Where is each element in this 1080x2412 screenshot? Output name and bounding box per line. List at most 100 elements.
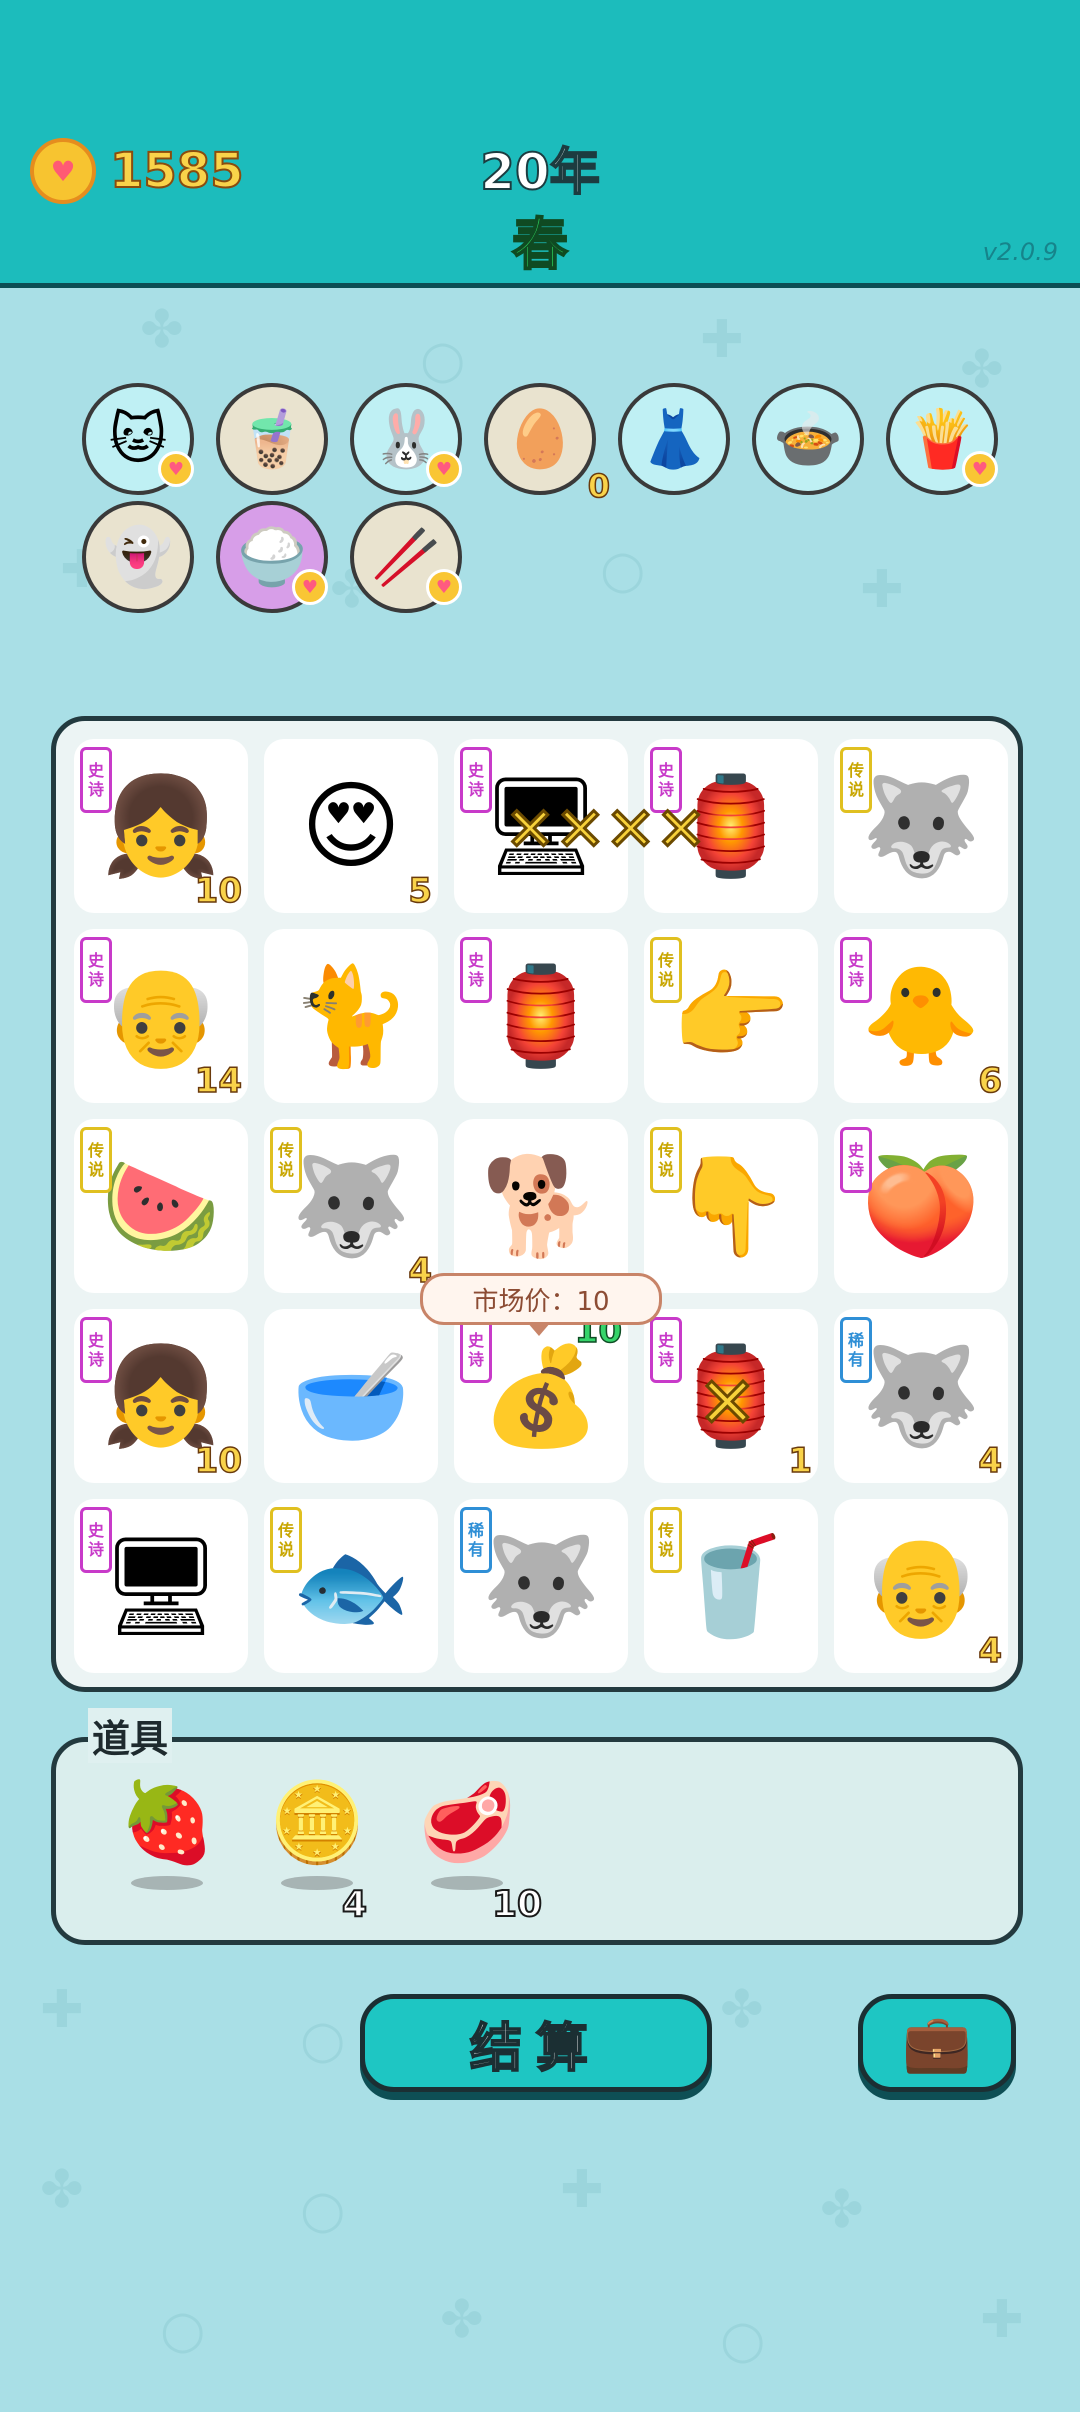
tool-shadow	[131, 1876, 203, 1890]
season-label: 春	[511, 212, 569, 279]
coin-recycle-icon: 💰	[481, 1340, 601, 1452]
heart-grandpa-icon: 👴	[101, 960, 221, 1072]
bubble-tea-cup-icon: 🥤	[671, 1530, 791, 1642]
heart-eyes-man-icon: 😍	[300, 770, 402, 882]
board-cell[interactable]: 🐺 稀有	[454, 1499, 628, 1673]
favorite-heart-icon: ♥	[426, 569, 462, 605]
french-fries-slot[interactable]: 🍟 ♥	[886, 383, 998, 495]
board-cell[interactable]: 🥣	[264, 1309, 438, 1483]
favorite-heart-icon: ♥	[962, 451, 998, 487]
board-cell[interactable]: 👇 传说	[644, 1119, 818, 1293]
board-cell[interactable]: 🥤 传说	[644, 1499, 818, 1673]
item-count: 4	[978, 1630, 1003, 1672]
rarity-tag: 传说	[270, 1507, 302, 1573]
board-cell[interactable]: 👴 4	[834, 1499, 1008, 1673]
rice-cooker-duck-slot[interactable]: 🍲	[752, 383, 864, 495]
item-count: 4	[978, 1440, 1003, 1482]
dollar-coin-tool[interactable]: 🪙 4	[262, 1778, 372, 1926]
item-count: 1	[788, 1440, 813, 1482]
board-cell[interactable]: 👧 史诗 10	[74, 739, 248, 913]
year-label: 20年	[479, 142, 601, 202]
rabbit-slot[interactable]: 🐰 ♥	[350, 383, 462, 495]
dollar-coin-icon: 🪙	[268, 1778, 366, 1868]
item-count: 14	[194, 1060, 243, 1102]
ghost-slot[interactable]: 👻	[82, 501, 194, 613]
rabbit-house-icon: 🏮	[481, 960, 601, 1072]
board-cell[interactable]: 🐕	[454, 1119, 628, 1293]
rarity-tag: 史诗	[80, 1317, 112, 1383]
board-cell[interactable]: 😍 5	[264, 739, 438, 913]
husky-icon: 🐺	[861, 1340, 981, 1452]
rarity-tag: 史诗	[460, 937, 492, 1003]
board-cell[interactable]: 🐺 稀有 4	[834, 1309, 1008, 1483]
rarity-tag: 传说	[840, 747, 872, 813]
rarity-tag: 史诗	[460, 747, 492, 813]
egg-tray-slot[interactable]: 🥚 0	[484, 383, 611, 506]
merge-effect-icon: ✕	[697, 1361, 759, 1446]
rarity-tag: 传说	[650, 1127, 682, 1193]
top-bar: ♥ 1585 20年 春 v2.0.9	[0, 0, 1080, 288]
bayberry-tool[interactable]: 🍓	[112, 1784, 222, 1914]
board-cell[interactable]: 🖥 史诗	[74, 1499, 248, 1673]
briefcase-button[interactable]: 💼	[858, 1994, 1016, 2092]
cat-lighter-slot[interactable]: 🐱 ♥	[82, 383, 194, 495]
board-cell[interactable]: 🏮 史诗	[454, 929, 628, 1103]
tool-count: 10	[491, 1883, 543, 1926]
rice-cooker-duck-icon: 🍲	[773, 407, 843, 472]
pleated-skirt-slot[interactable]: 👗	[618, 383, 730, 495]
braided-girl-icon: 👧	[101, 1340, 221, 1452]
bubble-tea-icon: 🧋	[237, 407, 307, 472]
board-cell[interactable]: 🐈	[264, 929, 438, 1103]
rarity-tag: 史诗	[80, 937, 112, 1003]
board-cell[interactable]: 🐥 史诗 6	[834, 929, 1008, 1103]
tool-count: 4	[341, 1883, 368, 1926]
item-count: 10	[194, 870, 243, 912]
braided-girl-icon: 👧	[101, 770, 221, 882]
merge-effect-icon: ✕✕✕✕	[503, 794, 707, 867]
rarity-tag: 史诗	[840, 1127, 872, 1193]
rarity-tag: 史诗	[840, 937, 872, 1003]
board-cell[interactable]: 👴 史诗 14	[74, 929, 248, 1103]
koi-fish-icon: 🐟	[291, 1530, 411, 1642]
bubble-tea-slot[interactable]: 🧋	[216, 383, 328, 495]
husky-king-icon: 🐺	[291, 1150, 411, 1262]
board-cell[interactable]: 👧 史诗 10	[74, 1309, 248, 1483]
rarity-tag: 传说	[80, 1127, 112, 1193]
pork-liver-tool[interactable]: 🥩 10	[412, 1784, 543, 1926]
rarity-tag: 稀有	[460, 1507, 492, 1573]
board-cell[interactable]: 👉 传说	[644, 929, 818, 1103]
yellow-chick-icon: 🐥	[861, 960, 981, 1072]
board-cell[interactable]: 🐺 传说	[834, 739, 1008, 913]
rarity-tag: 史诗	[650, 1317, 682, 1383]
item-count: 5	[408, 870, 433, 912]
glasses-grandpa-icon: 👴	[861, 1530, 981, 1642]
watermelon-icon: 🍉	[101, 1150, 221, 1262]
husky-icon: 🐺	[481, 1530, 601, 1642]
ghost-icon: 👻	[103, 525, 173, 590]
briefcase-icon: 💼	[902, 2011, 972, 2076]
tools-title: 道具	[88, 1708, 173, 1763]
board-cell[interactable]: 🍑 史诗	[834, 1119, 1008, 1293]
pointing-hand-icon: 👉	[671, 960, 791, 1072]
tools-panel: 🍓 🪙 4 🥩 10	[51, 1737, 1023, 1945]
rarity-tag: 传说	[650, 937, 682, 1003]
settle-button[interactable]: 结算	[360, 1994, 712, 2092]
graphics-card-icon: 🖥	[100, 1530, 222, 1642]
favorite-heart-icon: ♥	[158, 451, 194, 487]
board-cell[interactable]: 🐺 传说 4	[264, 1119, 438, 1293]
board-cell[interactable]: 🐟 传说	[264, 1499, 438, 1673]
pleated-skirt-icon: 👗	[639, 407, 709, 472]
chopsticks-slot[interactable]: 🥢 ♥	[350, 501, 462, 613]
peach-icon: 🍑	[861, 1150, 981, 1262]
hand-down-icon: 👇	[671, 1150, 791, 1262]
yellow-cat-icon: 🐈	[291, 960, 411, 1072]
item-count: 0	[587, 466, 611, 506]
version-label: v2.0.9	[982, 238, 1058, 266]
board-cell[interactable]: 🍉 传说	[74, 1119, 248, 1293]
rarity-tag: 传说	[650, 1507, 682, 1573]
market-price-tooltip: 市场价：10	[420, 1273, 662, 1336]
rice-bowl-slot[interactable]: 🍚 ♥	[216, 501, 328, 613]
rarity-tag: 史诗	[460, 1317, 492, 1383]
rarity-tag: 史诗	[80, 747, 112, 813]
item-count: 6	[978, 1060, 1003, 1102]
